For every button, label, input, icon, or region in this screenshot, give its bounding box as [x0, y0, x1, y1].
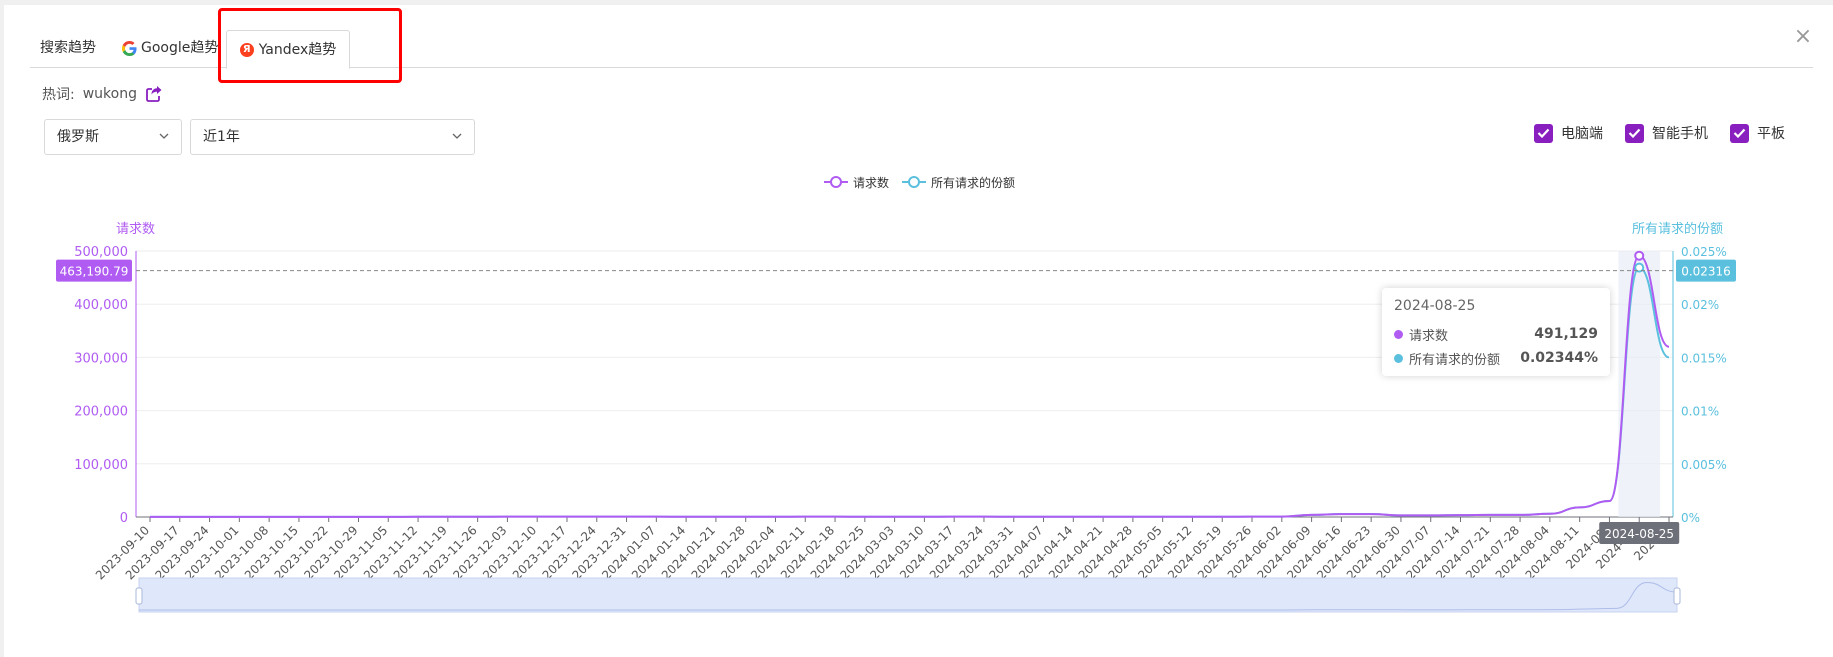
tooltip-dot-requests [1394, 329, 1403, 339]
y-tick-left: 300,000 [74, 351, 128, 366]
y-tick-left: 400,000 [74, 298, 128, 313]
y-tick-right: 0.02% [1681, 298, 1719, 312]
tooltip-row-share: 所有请求的份额 0.02344% [1394, 346, 1598, 370]
tooltip-share-value: 0.02344% [1520, 350, 1598, 366]
legend-marker-requests [830, 176, 842, 188]
y-tick-right: 0.005% [1681, 458, 1727, 472]
active-x-label: 2024-08-25 [1604, 527, 1674, 541]
y-tick-right: 0.01% [1681, 405, 1719, 419]
active-point-requests [1634, 250, 1645, 261]
legend-label-requests: 请求数 [853, 175, 889, 190]
tooltip-requests-name: 请求数 [1409, 328, 1449, 344]
tooltip-row-requests: 请求数 491,129 [1394, 322, 1598, 346]
y-tick-right: 0.025% [1681, 245, 1727, 259]
tooltip-share-name: 所有请求的份额 [1409, 352, 1501, 368]
y-tick-left: 200,000 [74, 405, 128, 420]
chart-tooltip: 2024-08-25 请求数 491,129 所有请求的份额 0.02344% [1382, 288, 1610, 376]
legend-label-share: 所有请求的份额 [931, 175, 1015, 190]
crosshair-right-label: 0.02316 [1681, 265, 1731, 279]
legend-marker-share [908, 176, 920, 188]
tooltip-date: 2024-08-25 [1394, 298, 1476, 314]
y-tick-left: 0 [120, 511, 128, 526]
tooltip-dot-share [1394, 353, 1403, 363]
y-axis-left-title: 请求数 [116, 222, 155, 237]
zoom-handle-right[interactable] [1673, 587, 1681, 605]
y-axis-right-title: 所有请求的份额 [1632, 221, 1723, 237]
zoom-handle-left[interactable] [135, 587, 143, 605]
crosshair-left-label: 463,190.79 [60, 265, 129, 279]
y-tick-right: 0% [1681, 511, 1700, 525]
y-tick-left: 100,000 [74, 458, 128, 473]
y-tick-right: 0.015% [1681, 351, 1727, 365]
y-tick-left: 500,000 [74, 245, 128, 260]
zoom-slider-track [138, 577, 1678, 613]
tooltip-requests-value: 491,129 [1534, 326, 1598, 342]
